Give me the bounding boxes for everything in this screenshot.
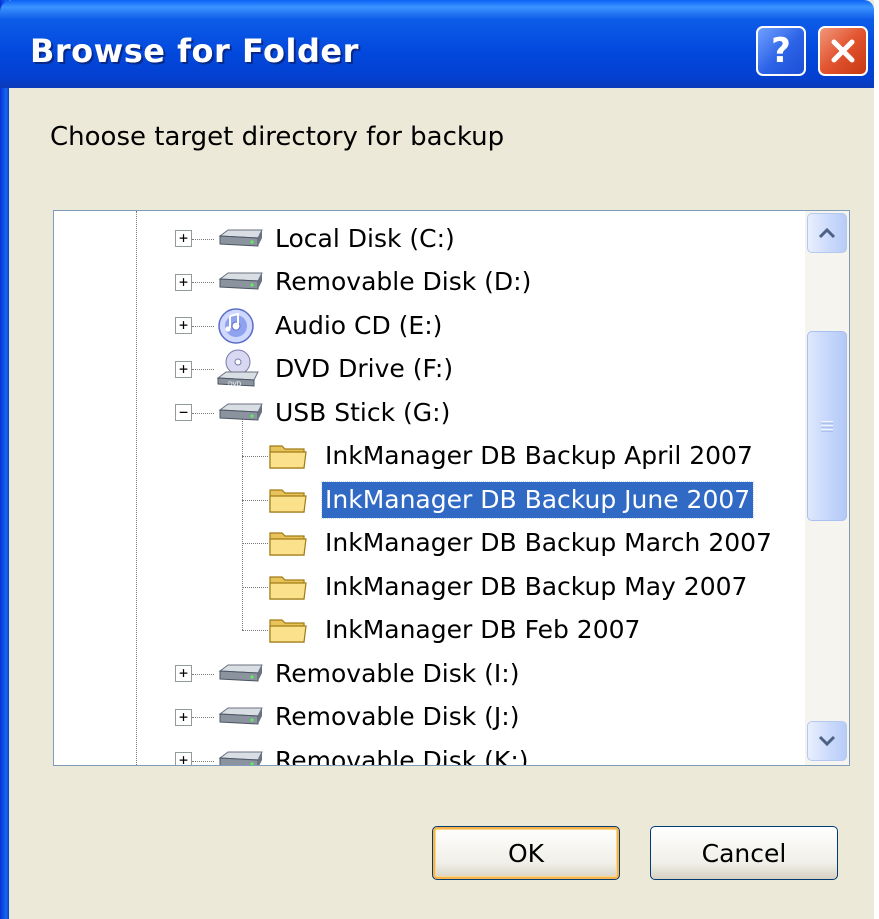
folder-icon <box>269 619 307 643</box>
tree-drive-item[interactable]: + DVD DVD Drive (F:) <box>54 348 794 391</box>
window-title: Browse for Folder <box>30 32 359 70</box>
vertical-scrollbar[interactable] <box>805 211 849 765</box>
removable-drive-icon <box>218 751 263 765</box>
tree-connector <box>242 543 268 545</box>
folder-icon <box>269 576 307 600</box>
removable-drive-icon <box>218 664 263 682</box>
close-button[interactable] <box>818 26 868 76</box>
tree-connector <box>192 282 214 284</box>
expand-icon[interactable]: + <box>175 273 192 291</box>
expand-icon[interactable]: + <box>175 752 192 765</box>
tree-connector <box>192 717 214 719</box>
tree-item-label[interactable]: InkManager DB Backup April 2007 <box>322 438 756 474</box>
tree-connector <box>242 630 268 632</box>
dvd-drive-icon: DVD <box>214 348 262 394</box>
close-icon <box>831 39 855 63</box>
cancel-button[interactable]: Cancel <box>650 826 838 880</box>
removable-drive-icon <box>218 707 263 725</box>
chevron-down-icon <box>818 735 836 747</box>
folder-icon <box>268 571 308 607</box>
scrollbar-thumb[interactable] <box>807 331 847 521</box>
tree-item-label[interactable]: Removable Disk (J:) <box>272 699 522 735</box>
tree-item-label[interactable]: Local Disk (C:) <box>272 221 458 257</box>
tree-folder-item[interactable]: InkManager DB Backup April 2007 <box>54 435 794 478</box>
folder-icon <box>268 614 308 650</box>
expand-icon[interactable]: + <box>175 230 192 248</box>
tree-item-label[interactable]: InkManager DB Backup May 2007 <box>322 569 750 605</box>
tree-connector <box>192 238 214 240</box>
grip-icon <box>821 421 833 432</box>
folder-tree-items: + Local Disk (C:) + Removable Disk (D:) + Aud… <box>54 211 804 765</box>
tree-drive-item[interactable]: + Removable Disk (D:) <box>54 261 794 304</box>
expand-icon[interactable]: + <box>175 317 192 335</box>
tree-item-label[interactable]: Removable Disk (D:) <box>272 264 534 300</box>
tree-connector <box>242 586 268 588</box>
tree-item-label[interactable]: InkManager DB Feb 2007 <box>322 612 643 648</box>
scroll-up-button[interactable] <box>807 213 847 253</box>
folder-icon <box>269 445 307 469</box>
folder-icon <box>268 527 308 563</box>
tree-folder-item[interactable]: InkManager DB Backup March 2007 <box>54 522 794 565</box>
folder-tree[interactable]: + Local Disk (C:) + Removable Disk (D:) + Aud… <box>53 210 850 766</box>
tree-item-label[interactable]: Audio CD (E:) <box>272 308 445 344</box>
expand-icon[interactable]: + <box>175 665 192 683</box>
removable-drive-icon <box>214 744 266 765</box>
removable-drive-icon <box>214 657 266 695</box>
audio-cd-icon <box>214 306 258 350</box>
chevron-up-icon <box>818 227 836 239</box>
removable-drive-icon <box>214 265 266 303</box>
expand-icon[interactable]: + <box>175 708 192 726</box>
browse-for-folder-dialog: Browse for Folder ? Choose target direct… <box>0 0 879 919</box>
removable-drive-icon <box>218 272 263 290</box>
tree-drive-item[interactable]: + Removable Disk (I:) <box>54 652 794 695</box>
removable-drive-icon <box>214 700 266 738</box>
tree-connector <box>192 412 214 414</box>
tree-connector <box>192 325 214 327</box>
tree-folder-item[interactable]: InkManager DB Backup June 2007 <box>54 478 794 521</box>
tree-item-label[interactable]: USB Stick (G:) <box>272 395 453 431</box>
help-button[interactable]: ? <box>756 26 806 76</box>
tree-item-label-selected[interactable]: InkManager DB Backup June 2007 <box>320 480 755 519</box>
tree-folder-item[interactable]: InkManager DB Backup May 2007 <box>54 565 794 608</box>
dvd-drive-icon: DVD <box>216 349 259 388</box>
folder-icon <box>268 440 308 476</box>
tree-item-label[interactable]: Removable Disk (I:) <box>272 656 522 692</box>
tree-drive-item[interactable]: + Audio CD (E:) <box>54 304 794 347</box>
help-icon: ? <box>771 31 791 71</box>
tree-connector <box>192 673 214 675</box>
folder-icon <box>269 489 307 513</box>
tree-drive-item[interactable]: + Removable Disk (J:) <box>54 696 794 739</box>
folder-icon <box>268 484 308 520</box>
expand-icon[interactable]: + <box>175 360 192 378</box>
svg-text:DVD: DVD <box>228 381 242 388</box>
collapse-icon[interactable]: − <box>175 404 192 422</box>
tree-connector <box>242 456 268 458</box>
ok-button[interactable]: OK <box>432 826 620 880</box>
title-bar[interactable]: Browse for Folder ? <box>0 0 874 88</box>
removable-drive-icon <box>218 403 263 421</box>
tree-item-label[interactable]: Removable Disk (K:) <box>272 743 532 765</box>
tree-connector <box>192 760 214 762</box>
tree-item-label[interactable]: DVD Drive (F:) <box>272 351 456 387</box>
tree-connector <box>192 369 214 371</box>
tree-item-label[interactable]: InkManager DB Backup March 2007 <box>322 525 775 561</box>
folder-icon <box>269 532 307 556</box>
tree-connector <box>242 499 268 501</box>
scroll-down-button[interactable] <box>807 721 847 761</box>
audio-cd-icon <box>218 308 254 344</box>
removable-drive-icon <box>214 396 266 434</box>
tree-folder-item[interactable]: InkManager DB Feb 2007 <box>54 609 794 652</box>
dialog-prompt: Choose target directory for backup <box>50 122 505 152</box>
tree-drive-item[interactable]: + Local Disk (C:) <box>54 217 794 260</box>
hard-drive-icon <box>218 229 263 247</box>
hard-drive-icon <box>214 222 266 260</box>
tree-drive-item[interactable]: + Removable Disk (K:) <box>54 739 794 765</box>
tree-drive-item[interactable]: − USB Stick (G:) <box>54 391 794 434</box>
